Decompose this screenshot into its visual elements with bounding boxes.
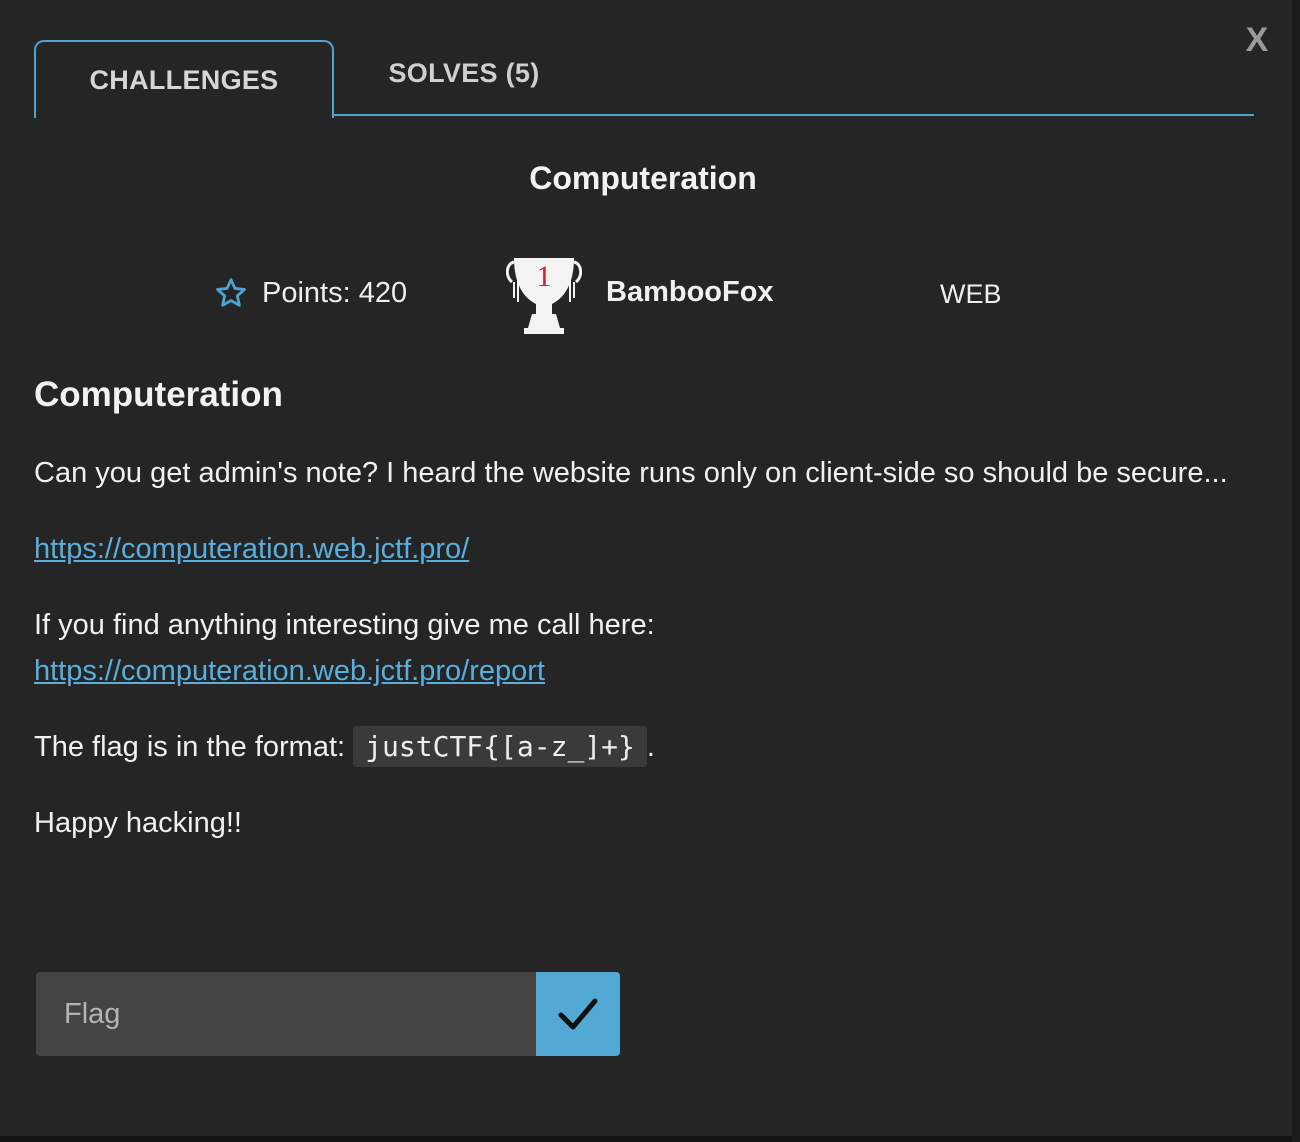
challenge-title: Computeration bbox=[529, 160, 757, 196]
description-heading: Computeration bbox=[34, 375, 283, 414]
challenge-link-paragraph: https://computeration.web.jctf.pro/ bbox=[34, 526, 1254, 572]
points-display: Points: 420 bbox=[214, 270, 407, 316]
report-link[interactable]: https://computeration.web.jctf.pro/repor… bbox=[34, 655, 545, 687]
flag-format-text: The flag is in the format: bbox=[34, 731, 354, 763]
modal-tabs: CHALLENGES SOLVES (5) bbox=[34, 40, 1254, 118]
star-outline-icon bbox=[216, 278, 246, 307]
tabs-underline bbox=[334, 114, 1254, 116]
background-edge bbox=[1292, 0, 1300, 1142]
submit-flag-button[interactable] bbox=[536, 972, 620, 1056]
report-paragraph: If you find anything interesting give me… bbox=[34, 602, 1254, 694]
report-text: If you find anything interesting give me… bbox=[34, 609, 655, 641]
challenge-link[interactable]: https://computeration.web.jctf.pro/ bbox=[34, 533, 469, 565]
flag-format-paragraph: The flag is in the format: justCTF{[a-z_… bbox=[34, 724, 1254, 770]
description-intro: Can you get admin's note? I heard the we… bbox=[34, 457, 1228, 489]
challenge-modal: X CHALLENGES SOLVES (5) Computeration Po… bbox=[0, 0, 1292, 1136]
points-label: Points: 420 bbox=[262, 276, 408, 309]
flag-format-suffix: . bbox=[646, 731, 655, 763]
flag-format-code: justCTF{[a-z_]+} bbox=[353, 726, 647, 767]
flag-input[interactable] bbox=[36, 972, 536, 1056]
trophy-icon: 1 bbox=[506, 258, 582, 334]
challenge-author: BambooFox bbox=[606, 276, 774, 308]
checkmark-icon bbox=[558, 998, 598, 1030]
description-outro: Happy hacking!! bbox=[34, 807, 242, 839]
tab-challenges[interactable]: CHALLENGES bbox=[34, 40, 334, 118]
trophy-rank: 1 bbox=[537, 260, 552, 293]
challenge-category: WEB bbox=[940, 279, 1002, 309]
tab-solves[interactable]: SOLVES (5) bbox=[364, 36, 564, 110]
challenge-description: Computeration Can you get admin's note? … bbox=[34, 370, 1254, 876]
